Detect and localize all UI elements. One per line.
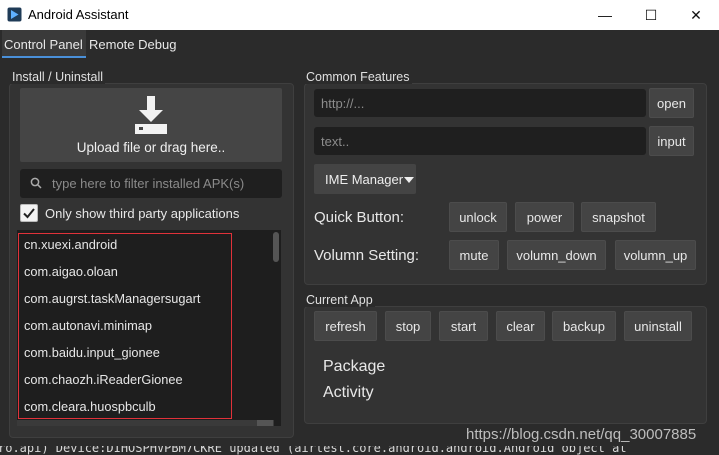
watermark: https://blog.csdn.net/qq_30007885 [466, 426, 697, 443]
ime-manager-label: IME Manager [325, 172, 404, 187]
highlight-annotation [18, 233, 232, 419]
volume-down-button[interactable]: volumn_down [507, 240, 606, 270]
log-line: ro.api) Device:DIHOSPHVPBM7CKRE updated … [0, 446, 627, 455]
stop-button[interactable]: stop [385, 311, 431, 341]
mute-button[interactable]: mute [449, 240, 499, 270]
unlock-button[interactable]: unlock [449, 202, 507, 232]
text-input[interactable]: text.. [314, 127, 646, 155]
checkmark-icon [23, 208, 35, 219]
ime-manager-dropdown[interactable]: IME Manager [314, 164, 416, 194]
scrollbar-thumb[interactable] [257, 420, 273, 426]
tab-bar: Control Panel Remote Debug [0, 30, 719, 58]
apk-list-horizontal-scrollbar[interactable] [17, 420, 274, 426]
apk-filter-placeholder: type here to filter installed APK(s) [52, 176, 245, 191]
maximize-icon: ☐ [644, 6, 658, 23]
refresh-button[interactable]: refresh [314, 311, 377, 341]
uninstall-button[interactable]: uninstall [624, 311, 692, 341]
power-button[interactable]: power [515, 202, 574, 232]
apk-filter-input[interactable]: type here to filter installed APK(s) [20, 169, 282, 198]
backup-button[interactable]: backup [552, 311, 616, 341]
upload-label: Upload file or drag here.. [76, 140, 226, 155]
snapshot-button[interactable]: snapshot [581, 202, 656, 232]
minimize-button[interactable]: — [582, 0, 628, 30]
log-output: ro.api) Device:DIHOSPHVPBM7CKRE updated … [0, 446, 719, 455]
activity-label: Activity [323, 384, 374, 401]
quick-button-label: Quick Button: [314, 209, 405, 226]
current-app-title: Current App [304, 293, 375, 307]
maximize-button[interactable]: ☐ [628, 0, 674, 30]
third-party-checkbox[interactable] [20, 204, 38, 222]
upload-area[interactable]: Upload file or drag here.. [20, 88, 282, 162]
title-bar: Android Assistant — ☐ ✕ [0, 0, 719, 30]
app-logo-icon [7, 7, 22, 22]
installed-apk-list[interactable]: cn.xuexi.android com.aigao.oloan com.aug… [17, 230, 281, 426]
third-party-label: Only show third party applications [45, 206, 240, 221]
install-group-title: Install / Uninstall [10, 70, 106, 84]
tab-remote-debug[interactable]: Remote Debug [89, 30, 181, 58]
package-label: Package [323, 358, 386, 375]
common-features-title: Common Features [304, 70, 412, 84]
apk-list-vertical-scrollbar[interactable] [273, 232, 279, 262]
upload-icon [135, 96, 167, 134]
tab-control-panel[interactable]: Control Panel [2, 30, 86, 58]
minimize-icon: — [598, 7, 612, 23]
chevron-down-icon [404, 177, 414, 183]
start-button[interactable]: start [439, 311, 488, 341]
text-placeholder: text.. [321, 134, 350, 149]
send-input-button[interactable]: input [649, 126, 694, 156]
open-url-button[interactable]: open [649, 88, 694, 118]
search-icon [30, 177, 42, 189]
volume-up-button[interactable]: volumn_up [615, 240, 696, 270]
clear-button[interactable]: clear [496, 311, 545, 341]
window-title: Android Assistant [28, 7, 129, 22]
url-input[interactable]: http://... [314, 89, 646, 117]
volume-setting-label: Volumn Setting: [314, 247, 420, 264]
close-icon: ✕ [690, 6, 702, 23]
close-button[interactable]: ✕ [673, 0, 719, 30]
url-placeholder: http://... [321, 96, 365, 111]
